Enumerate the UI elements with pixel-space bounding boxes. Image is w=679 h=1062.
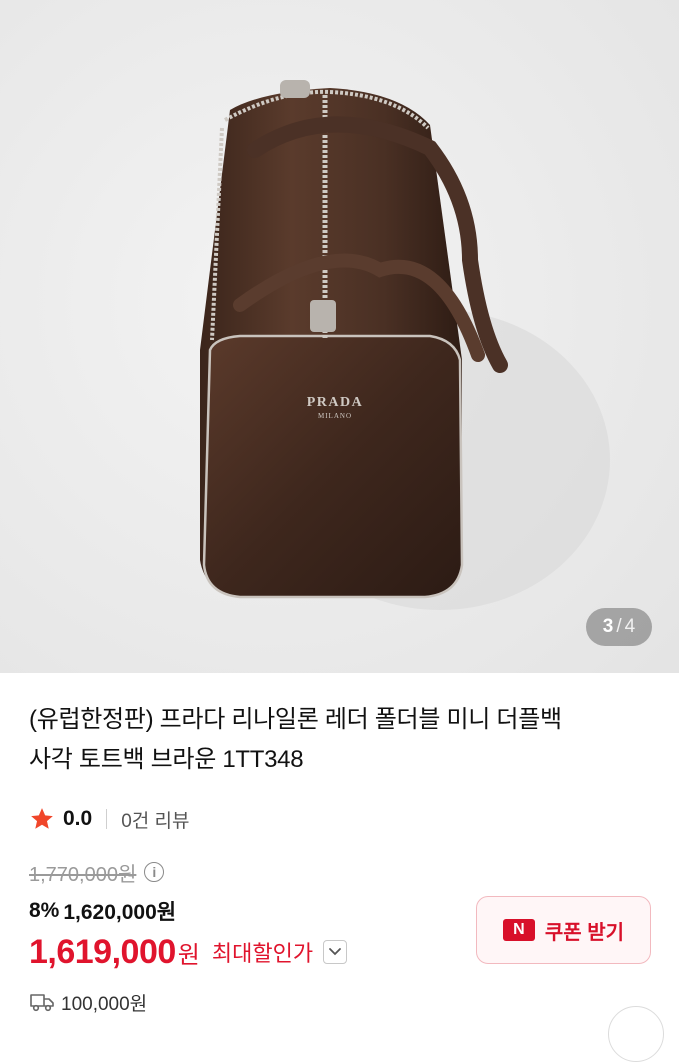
coupon-icon: N [502, 919, 535, 941]
discount-percent: 8% [29, 899, 60, 922]
floating-action-button[interactable] [608, 1006, 664, 1062]
shipping-row: 100,000원 [29, 987, 147, 1017]
review-count-link[interactable]: 0건 리뷰 [121, 806, 189, 833]
divider [106, 809, 108, 829]
rating-value: 0.0 [63, 807, 93, 830]
max-discount-toggle[interactable] [323, 940, 348, 964]
brand-logo-subtext: MILANO [318, 412, 352, 420]
discounted-price: 1,620,000원 [63, 901, 177, 924]
product-title-line-2: 사각 토트백 브라운 1TT348 [29, 746, 304, 773]
final-price-row: 1,619,000 원 최대할인가 [29, 928, 348, 976]
shipping-fee: 100,000원 [61, 993, 148, 1015]
image-counter: 3 / 4 [586, 608, 652, 646]
star-icon [31, 808, 53, 829]
final-price-currency: 원 [177, 941, 200, 969]
discount-price-row: 8% 1,620,000원 [29, 895, 176, 927]
product-title: (유럽한정판) 프라다 리나일론 레더 폴더블 미니 더플백 사각 토트백 브라… [29, 700, 649, 780]
rating-row: 0.0 0건 리뷰 [29, 803, 190, 835]
final-price: 1,619,000 [29, 932, 176, 971]
truck-icon [30, 994, 54, 1012]
image-counter-separator: / [616, 616, 622, 637]
info-icon[interactable]: i [144, 862, 165, 882]
original-price-row: 1,770,000원 i [29, 857, 165, 887]
brand-logo-text: PRADA [306, 395, 364, 410]
product-image [0, 0, 679, 673]
product-title-line-1: (유럽한정판) 프라다 리나일론 레더 폴더블 미니 더플백 [29, 706, 562, 733]
image-counter-current: 3 [602, 616, 614, 637]
image-counter-total: 4 [624, 616, 636, 637]
coupon-button-label: 쿠폰 받기 [544, 921, 625, 944]
max-discount-label: 최대할인가 [211, 941, 314, 966]
product-image-gallery[interactable]: PRADA MILANO 3 / 4 [0, 0, 679, 673]
brand-logo: PRADA MILANO [290, 395, 380, 420]
original-price: 1,770,000원 [29, 863, 137, 886]
chevron-down-icon [329, 948, 341, 956]
coupon-button[interactable]: N 쿠폰 받기 [476, 896, 651, 964]
